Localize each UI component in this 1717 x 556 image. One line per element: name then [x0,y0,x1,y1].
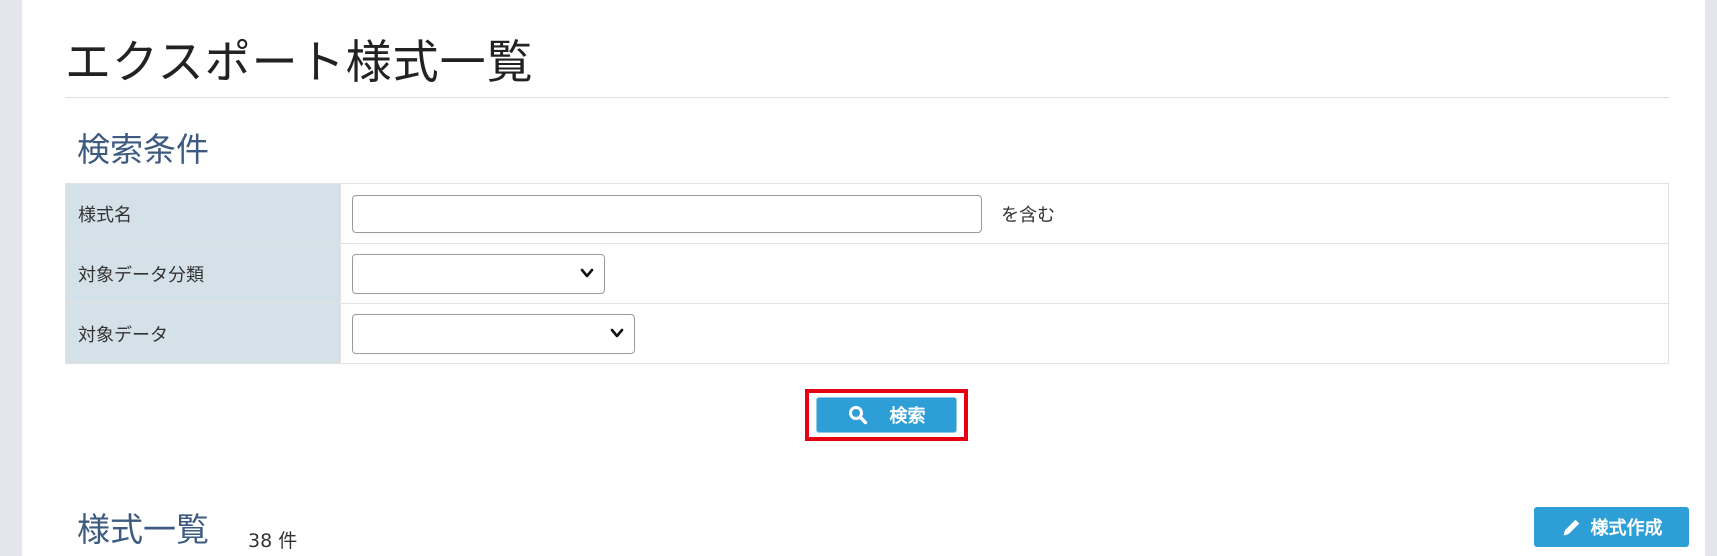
form-row-form-name: 様式名 を含む [65,183,1669,244]
data-category-label: 対象データ分類 [65,243,341,304]
form-name-input[interactable] [352,194,982,233]
target-data-label: 対象データ [65,303,341,364]
chevron-down-icon [610,328,624,337]
form-row-data-category: 対象データ分類 [65,243,1669,304]
form-list-title: 様式一覧 [77,510,209,549]
pencil-icon [1563,519,1579,536]
search-conditions-title: 検索条件 [77,130,209,169]
main-panel: エクスポート様式一覧 検索条件 様式名 を含む 対象データ分類 対象データ 検索… [22,0,1705,556]
search-icon [848,406,867,425]
contains-suffix: を含む [1001,204,1056,226]
form-name-label: 様式名 [65,183,341,244]
search-conditions-form: 様式名 を含む 対象データ分類 対象データ [65,183,1669,364]
target-data-select[interactable] [352,313,635,354]
data-category-select[interactable] [352,253,605,294]
title-divider [65,97,1669,98]
result-count: 38 件 [248,530,298,552]
create-form-button[interactable]: 様式作成 [1534,507,1689,547]
chevron-down-icon [580,268,594,277]
create-form-button-label: 様式作成 [1590,518,1663,538]
form-row-target-data: 対象データ [65,303,1669,364]
search-button-label: 検索 [889,406,926,426]
page-title: エクスポート様式一覧 [65,35,534,89]
search-button[interactable]: 検索 [816,397,957,433]
